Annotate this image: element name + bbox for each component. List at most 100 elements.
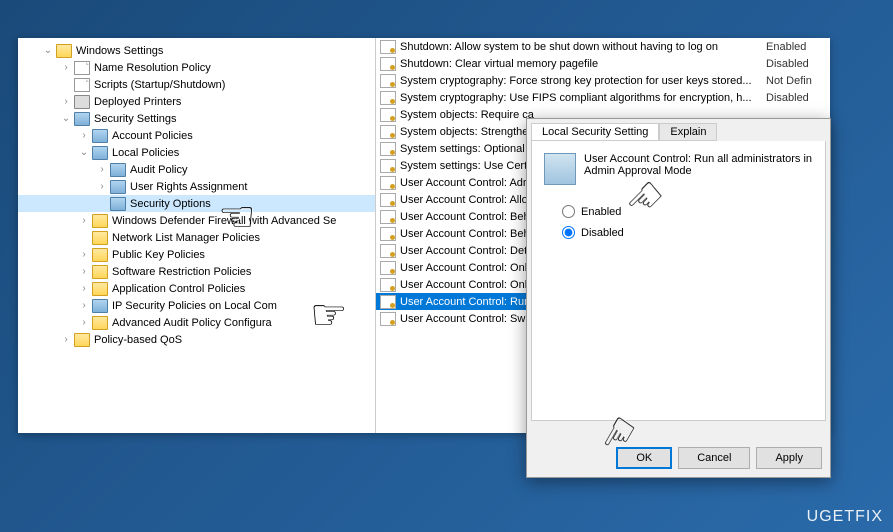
tree-item[interactable]: Security Options (18, 195, 375, 212)
policy-item-icon (380, 227, 396, 241)
list-item-name: System cryptography: Use FIPS compliant … (400, 92, 766, 104)
apply-button[interactable]: Apply (756, 447, 822, 469)
policy-item-icon (380, 312, 396, 326)
policy-item-icon (380, 57, 396, 71)
tree-item[interactable]: › Policy-based QoS (18, 331, 375, 348)
expand-icon[interactable]: › (76, 300, 92, 311)
tree-panel[interactable]: ⌄ Windows Settings ›Name Resolution Policy… (18, 38, 376, 433)
tree-item-label: Software Restriction Policies (112, 266, 251, 278)
tree-item-label: Windows Defender Firewall with Advanced … (112, 215, 336, 227)
tree-item[interactable]: › User Rights Assignment (18, 178, 375, 195)
list-item-name: Shutdown: Clear virtual memory pagefile (400, 58, 766, 70)
tree-item-label: Application Control Policies (112, 283, 245, 295)
policy-item-icon (380, 176, 396, 190)
radio-enabled[interactable]: Enabled (562, 205, 813, 218)
tab-body: User Account Control: Run all administra… (531, 141, 826, 421)
list-item[interactable]: Shutdown: Allow system to be shut down w… (376, 38, 830, 55)
folder-shield-icon (110, 163, 126, 177)
radio-enabled-input[interactable] (562, 205, 575, 218)
policy-item-icon (380, 125, 396, 139)
tree-item[interactable]: Network List Manager Policies (18, 229, 375, 246)
expand-icon[interactable]: › (76, 130, 92, 141)
expand-icon[interactable]: › (94, 164, 110, 175)
expand-icon[interactable]: › (58, 96, 74, 107)
radio-enabled-label: Enabled (581, 206, 621, 218)
expand-icon[interactable]: › (76, 283, 92, 294)
list-item[interactable]: System cryptography: Force strong key pr… (376, 72, 830, 89)
expand-icon[interactable]: › (76, 317, 92, 328)
tree-item[interactable]: ⌄ Security Settings (18, 110, 375, 127)
tree-item[interactable]: ›IP Security Policies on Local Com (18, 297, 375, 314)
policy-item-icon (380, 244, 396, 258)
tab-local-security[interactable]: Local Security Setting (531, 123, 659, 141)
tree-item-label: Advanced Audit Policy Configura (112, 317, 272, 329)
list-item[interactable]: System cryptography: Use FIPS compliant … (376, 89, 830, 106)
list-item-name: Shutdown: Allow system to be shut down w… (400, 41, 766, 53)
radio-disabled-input[interactable] (562, 226, 575, 239)
tree-item[interactable]: ⌄ Local Policies (18, 144, 375, 161)
tree-item[interactable]: › Public Key Policies (18, 246, 375, 263)
policy-item-icon (380, 91, 396, 105)
policy-item-icon (380, 40, 396, 54)
folder-shield-icon (110, 180, 126, 194)
folder-shield-icon (92, 129, 108, 143)
radio-disabled-label: Disabled (581, 227, 624, 239)
tree-item-label: Security Settings (94, 113, 177, 125)
tree-item[interactable]: › Deployed Printers (18, 93, 375, 110)
cancel-button[interactable]: Cancel (678, 447, 750, 469)
policy-item-icon (380, 261, 396, 275)
list-item-status: Disabled (766, 58, 826, 70)
tree-item[interactable]: › Audit Policy (18, 161, 375, 178)
expand-icon[interactable]: › (76, 266, 92, 277)
tree-item-label: Local Policies (112, 147, 179, 159)
policy-item-icon (380, 295, 396, 309)
tree-item[interactable]: ›Name Resolution Policy (18, 59, 375, 76)
tree-item[interactable]: › Advanced Audit Policy Configura (18, 314, 375, 331)
dialog-title: User Account Control: Run all administra… (584, 153, 813, 177)
folder-shield-icon (92, 299, 108, 313)
list-item[interactable]: Shutdown: Clear virtual memory pagefileD… (376, 55, 830, 72)
tab-explain[interactable]: Explain (659, 123, 717, 141)
ok-button[interactable]: OK (616, 447, 672, 469)
tree-item-label: Public Key Policies (112, 249, 205, 261)
tree-item-label: Deployed Printers (94, 96, 181, 108)
tree-item[interactable]: › Account Policies (18, 127, 375, 144)
collapse-icon[interactable]: ⌄ (76, 147, 92, 158)
tree-item-label: Security Options (130, 198, 211, 210)
expand-icon[interactable]: › (58, 334, 74, 345)
policy-item-icon (380, 74, 396, 88)
tree-item-label: Windows Settings (76, 45, 163, 57)
tree-item[interactable]: Scripts (Startup/Shutdown) (18, 76, 375, 93)
expand-icon[interactable]: › (94, 181, 110, 192)
tree-item[interactable]: ⌄ Windows Settings (18, 42, 375, 59)
tree-item[interactable]: › Software Restriction Policies (18, 263, 375, 280)
expand-icon[interactable]: › (76, 249, 92, 260)
tree-item-label: Policy-based QoS (94, 334, 182, 346)
dialog-buttons: OK Cancel Apply (616, 447, 822, 469)
expand-icon[interactable]: › (76, 215, 92, 226)
radio-group: Enabled Disabled (562, 205, 813, 239)
policy-item-icon (380, 210, 396, 224)
radio-disabled[interactable]: Disabled (562, 226, 813, 239)
dialog-tabs: Local Security Setting Explain (527, 119, 830, 141)
collapse-icon[interactable]: ⌄ (40, 45, 56, 56)
folder-icon (92, 248, 108, 262)
tree-item-label: User Rights Assignment (130, 181, 247, 193)
printer-icon (74, 95, 90, 109)
tree-item-label: Account Policies (112, 130, 193, 142)
folder-icon (74, 333, 90, 347)
folder-icon (92, 282, 108, 296)
tree-item-label: Audit Policy (130, 164, 187, 176)
collapse-icon[interactable]: ⌄ (58, 113, 74, 124)
folder-icon (92, 316, 108, 330)
list-item-status: Disabled (766, 92, 826, 104)
tree-item[interactable]: › Application Control Policies (18, 280, 375, 297)
list-item-status: Not Defin (766, 75, 826, 87)
tree-item-label: Scripts (Startup/Shutdown) (94, 79, 225, 91)
tree-item[interactable]: › Windows Defender Firewall with Advanced… (18, 212, 375, 229)
expand-icon[interactable]: › (58, 62, 74, 73)
policy-item-icon (380, 142, 396, 156)
folder-icon (56, 44, 72, 58)
folder-shield-icon (92, 146, 108, 160)
policy-item-icon (380, 108, 396, 122)
